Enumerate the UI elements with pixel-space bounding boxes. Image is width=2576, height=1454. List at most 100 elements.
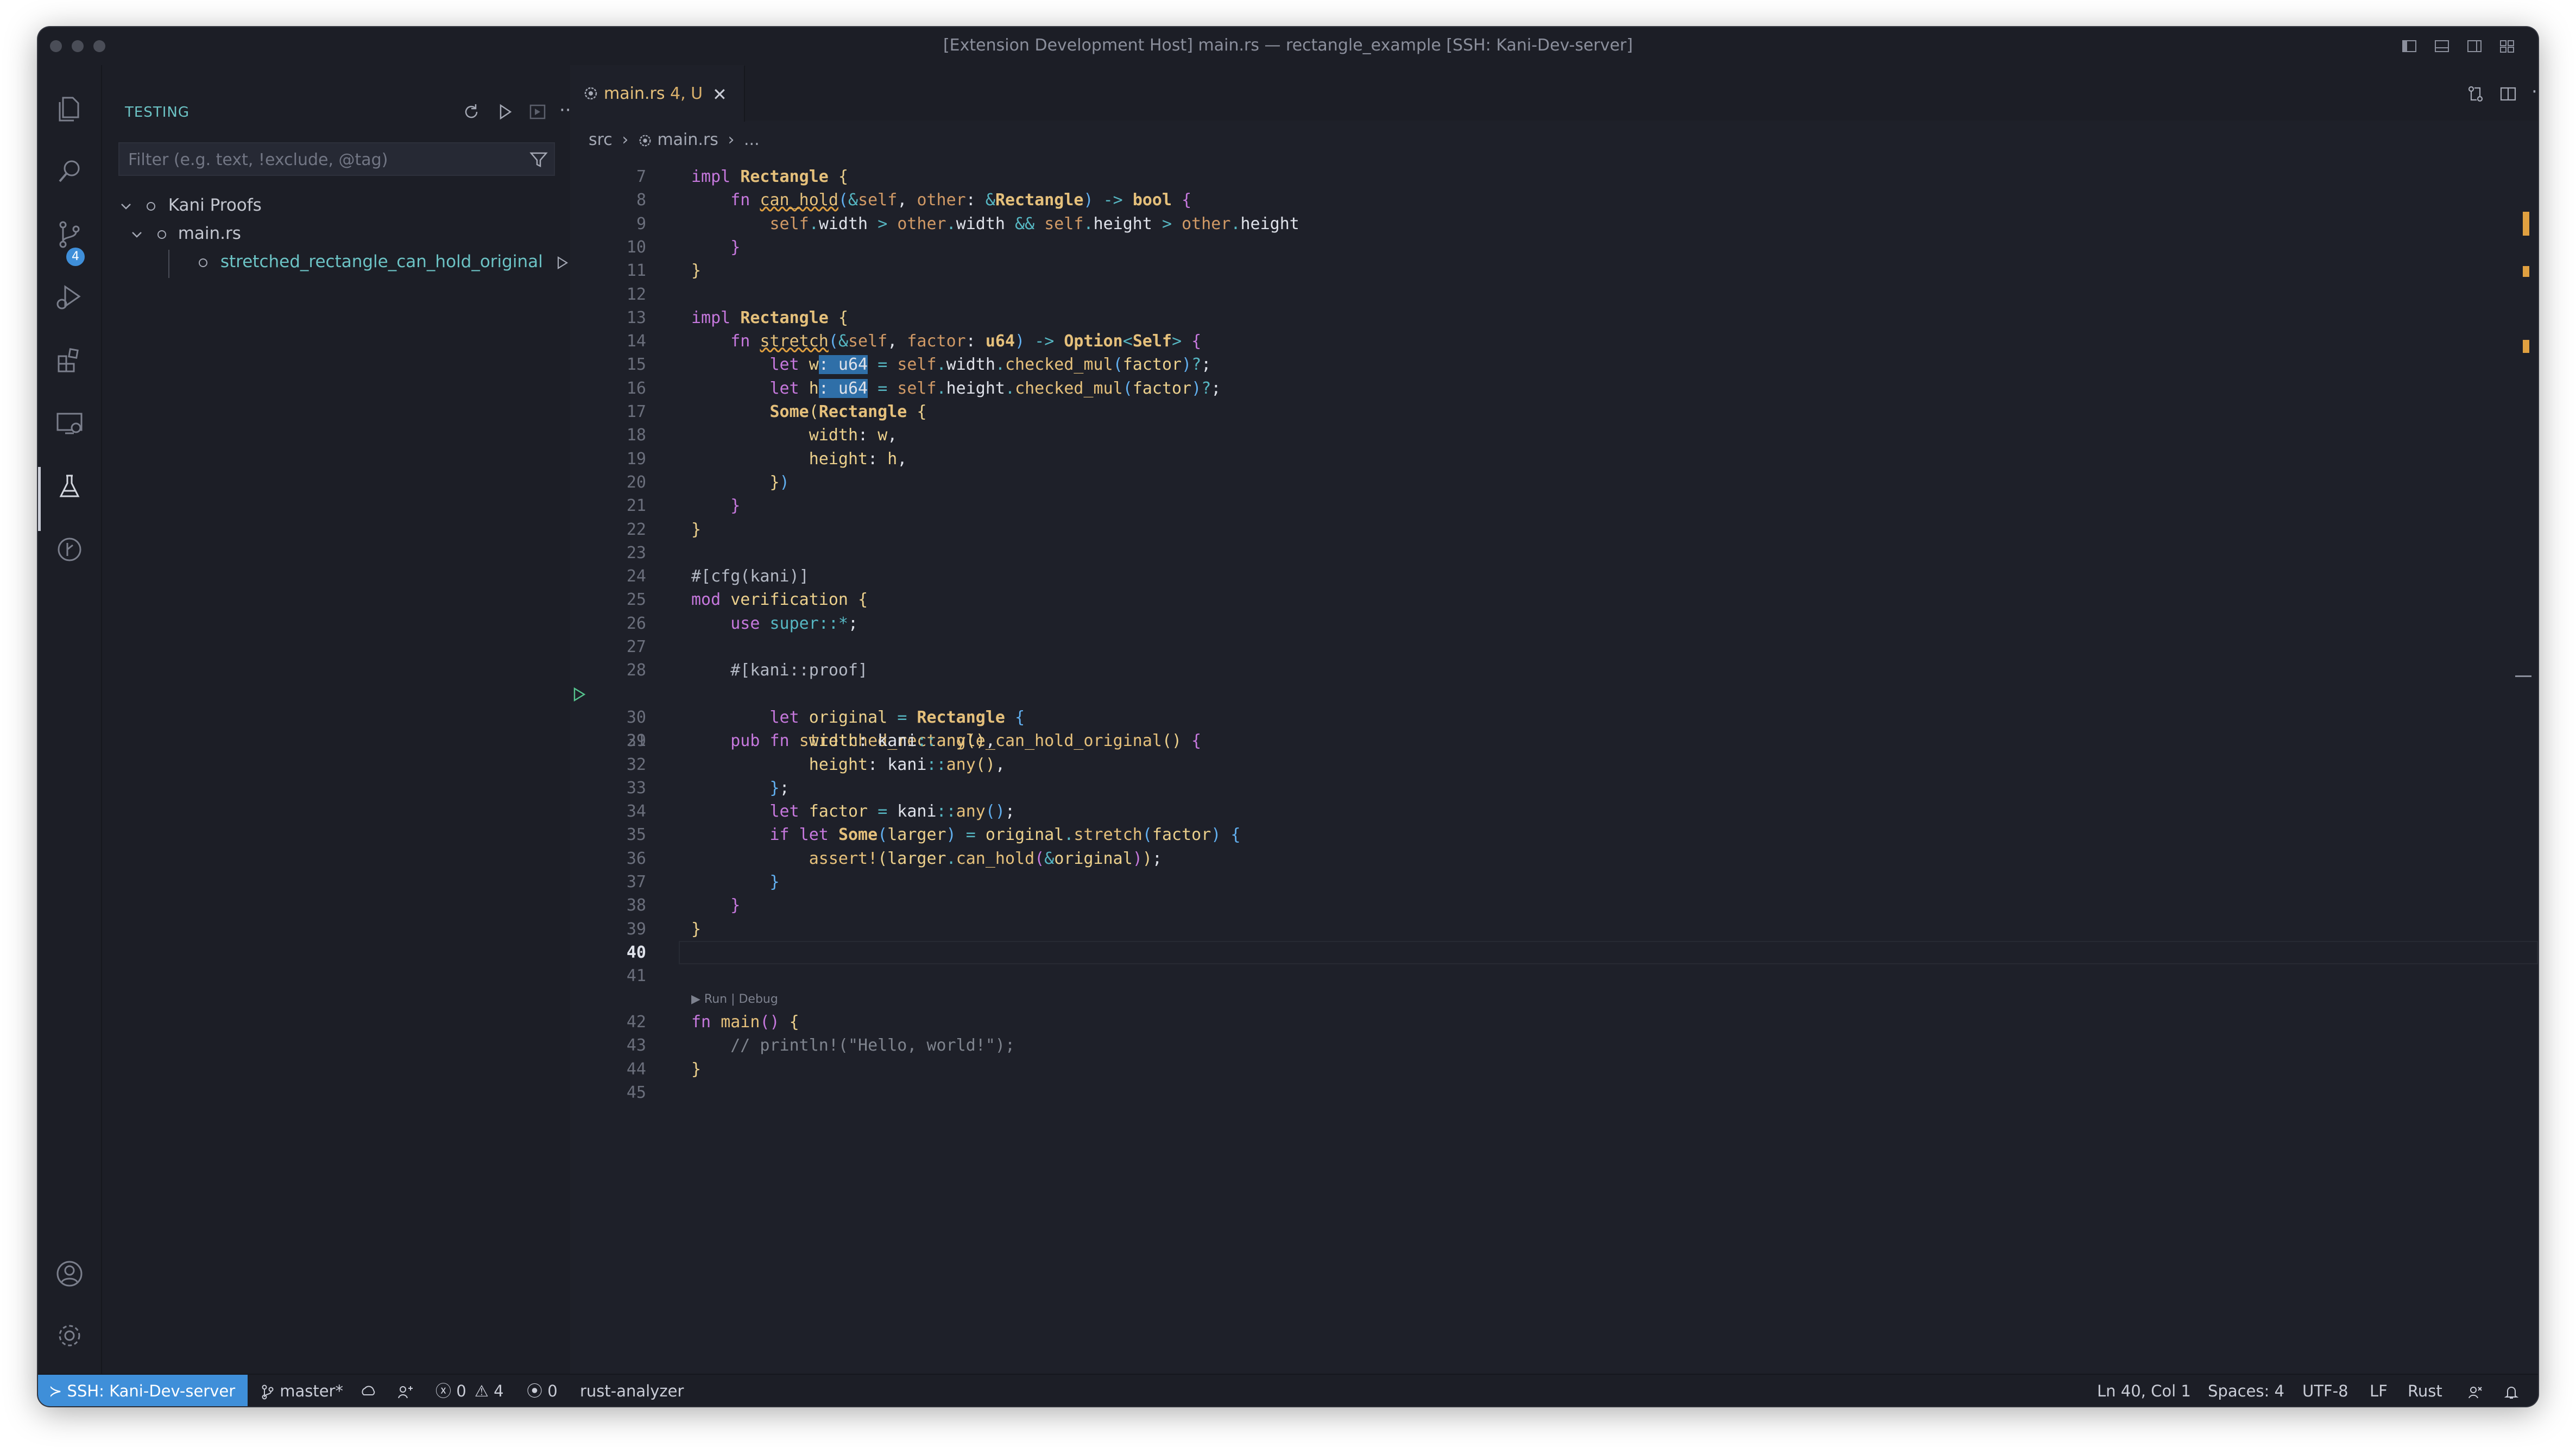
- manage-gear-icon[interactable]: [53, 1319, 86, 1352]
- code-line: height: kani::any(),: [809, 755, 1005, 774]
- line-number: 33: [626, 778, 646, 798]
- line-number: 9: [636, 214, 646, 233]
- cursor-position[interactable]: Ln 40, Col 1: [2097, 1375, 2191, 1406]
- tree-item-main-rs[interactable]: main.rs: [129, 219, 241, 248]
- line-number: 37: [626, 873, 646, 892]
- line-number: 12: [626, 285, 646, 304]
- search-icon[interactable]: [53, 155, 86, 188]
- remote-icon: ≻: [49, 1382, 67, 1400]
- line-number: 11: [626, 261, 646, 281]
- refresh-tests-icon[interactable]: [462, 102, 481, 122]
- branch-indicator[interactable]: master*: [261, 1375, 343, 1406]
- code-line: }: [691, 261, 702, 281]
- line-number: 24: [626, 567, 646, 586]
- breadcrumb: src › main.rs › ...: [589, 130, 760, 149]
- code-line: }: [691, 1059, 702, 1079]
- code-line: }: [730, 237, 741, 257]
- code-line: width: w,: [809, 426, 898, 445]
- code-line: }: [730, 896, 741, 915]
- filter-icon[interactable]: [529, 150, 548, 169]
- notifications-bell-icon[interactable]: [2503, 1375, 2520, 1406]
- chevron-right-icon: ›: [728, 130, 735, 149]
- editor-area: main.rs 4, U ✕ ··· src › main.rs › ... 7…: [570, 65, 2538, 1374]
- chevron-down-icon: [121, 203, 131, 210]
- status-bar: ≻ SSH: Kani-Dev-server master* ⓧ 0 ⚠ 4 ⦿…: [38, 1374, 2538, 1406]
- live-share-icon[interactable]: [397, 1375, 415, 1406]
- code-line: impl Rectangle {: [691, 308, 848, 327]
- run-all-tests-icon[interactable]: [495, 102, 515, 122]
- line-number: 15: [626, 355, 646, 375]
- tree-item-label: stretched_rectangle_can_hold_original: [220, 252, 543, 271]
- line-number: 39: [626, 919, 646, 939]
- ports-indicator[interactable]: ⦿ 0: [527, 1375, 558, 1406]
- line-number: 23: [626, 543, 646, 562]
- code-line: // println!("Hello, world!");: [730, 1036, 1015, 1055]
- toggle-panel-icon[interactable]: [2434, 38, 2450, 54]
- code-line: height: h,: [809, 449, 907, 469]
- close-tab-icon[interactable]: ✕: [712, 84, 727, 105]
- run-proof-gutter-icon[interactable]: [570, 686, 588, 703]
- code-line: fn main() {: [691, 1013, 799, 1032]
- breadcrumb-file[interactable]: main.rs: [657, 130, 718, 149]
- code-line: };: [769, 778, 790, 798]
- code-line: Some(Rectangle {: [769, 402, 927, 421]
- feedback-icon[interactable]: [2467, 1375, 2484, 1406]
- problems-indicator[interactable]: ⓧ 0 ⚠ 4: [435, 1375, 504, 1406]
- breadcrumb-folder[interactable]: src: [589, 130, 613, 149]
- line-number: 31: [626, 731, 646, 751]
- language-mode[interactable]: Rust: [2408, 1375, 2442, 1406]
- remote-explorer-icon[interactable]: [53, 407, 86, 440]
- encoding[interactable]: UTF-8: [2302, 1375, 2348, 1406]
- rust-file-icon: [639, 135, 651, 146]
- line-number: 40: [626, 943, 646, 962]
- error-icon: ⓧ: [435, 1382, 452, 1400]
- line-number: 18: [626, 426, 646, 445]
- open-changes-icon[interactable]: [2466, 85, 2485, 103]
- explorer-icon[interactable]: [53, 92, 86, 125]
- toggle-primary-sidebar-icon[interactable]: [2401, 38, 2417, 54]
- breadcrumb-symbol[interactable]: ...: [744, 130, 760, 149]
- line-number: 25: [626, 590, 646, 610]
- language-server-status[interactable]: rust-analyzer: [580, 1375, 684, 1406]
- line-number: 42: [626, 1013, 646, 1032]
- line-number: 16: [626, 378, 646, 398]
- overview-ruler-warning: [2523, 266, 2529, 277]
- extensions-icon[interactable]: [53, 344, 86, 377]
- split-editor-icon[interactable]: [2499, 85, 2517, 103]
- code-line: width: kani::any(),: [809, 731, 995, 751]
- more-actions-icon[interactable]: ···: [2531, 83, 2538, 103]
- source-control-icon[interactable]: [53, 218, 86, 251]
- line-number: 41: [626, 966, 646, 986]
- indentation[interactable]: Spaces: 4: [2208, 1375, 2284, 1406]
- debug-tests-icon[interactable]: [528, 102, 547, 122]
- editor-tabs: main.rs 4, U ✕ ···: [570, 65, 2538, 122]
- tree-item-proof-harness[interactable]: stretched_rectangle_can_hold_original: [195, 248, 604, 276]
- code-line: }: [730, 496, 741, 516]
- run-debug-icon[interactable]: [53, 281, 86, 314]
- rust-file-icon: [584, 87, 597, 100]
- code-line: fn can_hold(&self, other: &Rectangle) ->…: [730, 191, 1192, 210]
- tree-item-label: Kani Proofs: [168, 195, 262, 215]
- account-icon[interactable]: [53, 1257, 86, 1290]
- toggle-secondary-sidebar-icon[interactable]: [2466, 38, 2483, 54]
- remote-indicator[interactable]: ≻ SSH: Kani-Dev-server: [38, 1375, 248, 1406]
- tab-main-rs[interactable]: main.rs 4, U ✕: [570, 65, 745, 122]
- run-test-icon[interactable]: [554, 255, 570, 271]
- line-number: 14: [626, 332, 646, 351]
- line-number: 17: [626, 402, 646, 421]
- sync-icon[interactable]: [359, 1375, 377, 1406]
- git-graph-icon[interactable]: [53, 533, 86, 566]
- active-view-indicator: [38, 467, 41, 531]
- code-line: #[cfg(kani)]: [691, 567, 809, 586]
- testing-flask-icon[interactable]: [53, 470, 86, 503]
- code-lens-run-debug[interactable]: ▶ Run | Debug: [691, 992, 778, 1006]
- customize-layout-icon[interactable]: [2499, 38, 2515, 54]
- end-of-line[interactable]: LF: [2370, 1375, 2388, 1406]
- code-line: }: [769, 873, 780, 892]
- line-number: 28: [626, 661, 646, 680]
- broadcast-icon: ⦿: [527, 1382, 543, 1400]
- tree-item-kani-proofs[interactable]: Kani Proofs: [118, 191, 262, 219]
- overview-ruler-warning: [2523, 212, 2529, 236]
- test-filter-input[interactable]: [119, 143, 526, 176]
- warning-icon: ⚠: [474, 1382, 489, 1400]
